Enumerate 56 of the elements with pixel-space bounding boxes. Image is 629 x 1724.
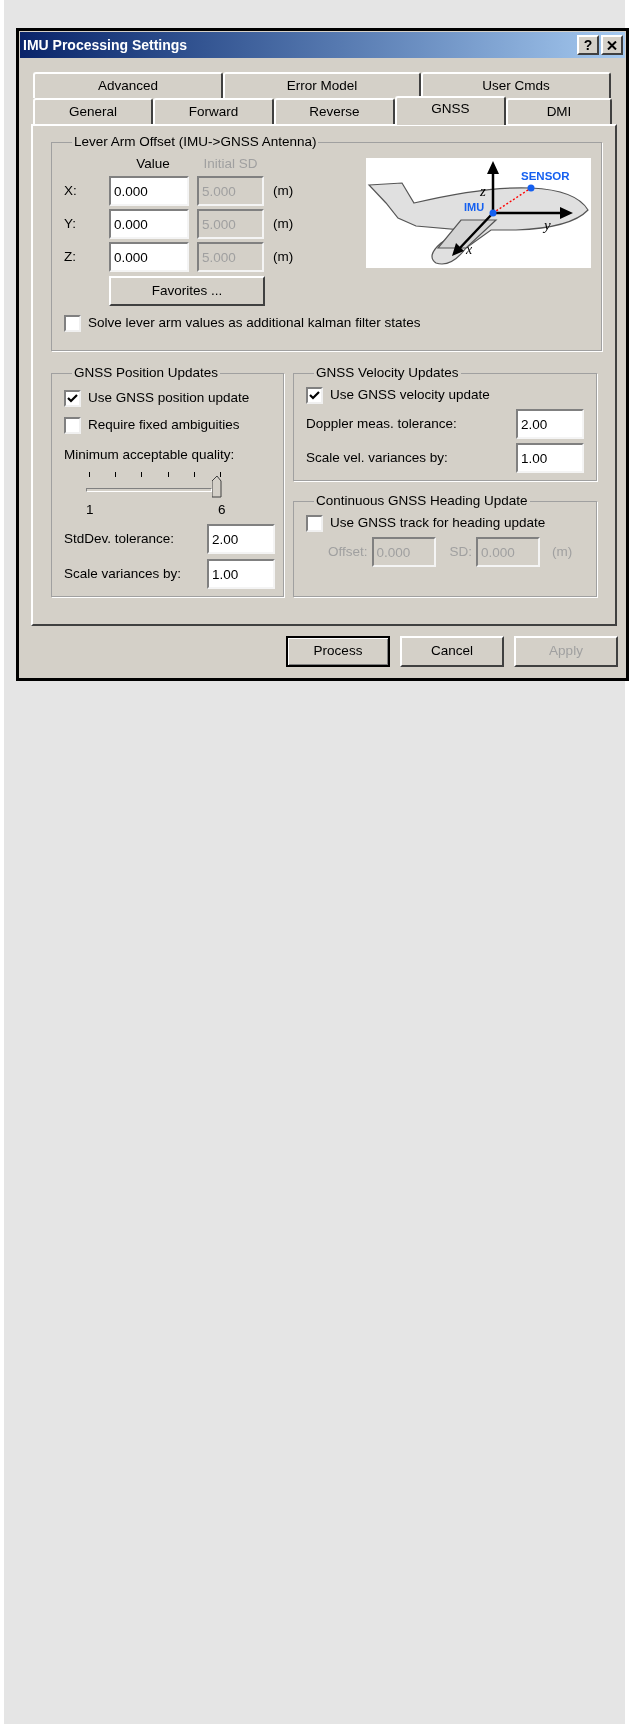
axis-label: y [544, 217, 551, 234]
checkbox-label[interactable]: Use GNSS velocity update [330, 385, 490, 406]
group-title: GNSS Velocity Updates [315, 364, 460, 382]
input-field[interactable]: 0.000 [109, 175, 189, 206]
tab[interactable]: Advanced [33, 72, 223, 98]
input-field[interactable]: 0.000 [109, 241, 189, 272]
tab[interactable]: GNSS [395, 96, 506, 125]
field-label: Scale variances by: [64, 564, 182, 583]
input-field[interactable]: 1.00 [516, 443, 584, 474]
help-button[interactable]: ? [577, 35, 599, 55]
tab[interactable]: Forward [153, 98, 274, 124]
favorites-button[interactable]: Favorites ... [109, 276, 265, 307]
slider-thumb[interactable] [212, 475, 222, 498]
checkbox[interactable] [64, 314, 81, 332]
column-header: Value [135, 155, 171, 173]
checkbox-label[interactable]: Use GNSS position update [88, 388, 250, 409]
axis-label: z [480, 183, 486, 200]
tab[interactable]: General [33, 98, 153, 124]
dialog-button[interactable]: Cancel [400, 636, 504, 667]
field-label: Scale vel. variances by: [306, 449, 448, 468]
slider-label: Minimum acceptable quality: [64, 446, 236, 465]
field-label: Doppler meas. tolerance: [306, 415, 457, 434]
check-icon [67, 392, 78, 404]
dialog-button[interactable]: Process [286, 636, 390, 667]
close-icon [607, 40, 617, 50]
close-button[interactable] [601, 35, 623, 55]
unit-label: (m) [273, 247, 294, 266]
tab[interactable]: Reverse [274, 98, 395, 124]
axis-label: Y: [64, 214, 77, 233]
input-field[interactable]: 1.00 [207, 559, 275, 589]
group-title: Continuous GNSS Heading Update [315, 492, 529, 510]
scale-label: 1 [86, 500, 94, 519]
input-field[interactable]: 2.00 [207, 524, 275, 554]
axis-label: X: [64, 181, 78, 200]
scale-label: 6 [218, 500, 226, 519]
checkbox-label[interactable]: Require fixed ambiguities [88, 415, 240, 436]
axis-label: Z: [64, 247, 77, 266]
window-title: IMU Processing Settings [23, 35, 188, 55]
check-icon [309, 389, 320, 401]
checkbox[interactable] [306, 386, 323, 404]
imu-label: IMU [464, 201, 485, 214]
sensor-label: SENSOR [521, 170, 570, 183]
tab[interactable]: Error Model [223, 72, 421, 98]
axis-label: x [466, 242, 473, 258]
group-title: GNSS Position Updates [73, 364, 220, 382]
tab[interactable]: DMI [506, 98, 612, 124]
tab[interactable]: User Cmds [421, 72, 611, 98]
unit-label: (m) [273, 181, 294, 200]
checkbox[interactable] [64, 416, 81, 434]
input-field[interactable]: 0.000 [109, 208, 189, 239]
checkbox[interactable] [64, 389, 81, 407]
checkbox-label[interactable]: Solve lever arm values as additional kalman filter states [88, 313, 421, 334]
input-field[interactable]: 2.00 [516, 409, 584, 440]
group-title: Lever Arm Offset (IMU->GNSS Antenna) [73, 133, 318, 151]
field-label: StdDev. tolerance: [64, 529, 175, 548]
unit-label: (m) [273, 214, 294, 233]
